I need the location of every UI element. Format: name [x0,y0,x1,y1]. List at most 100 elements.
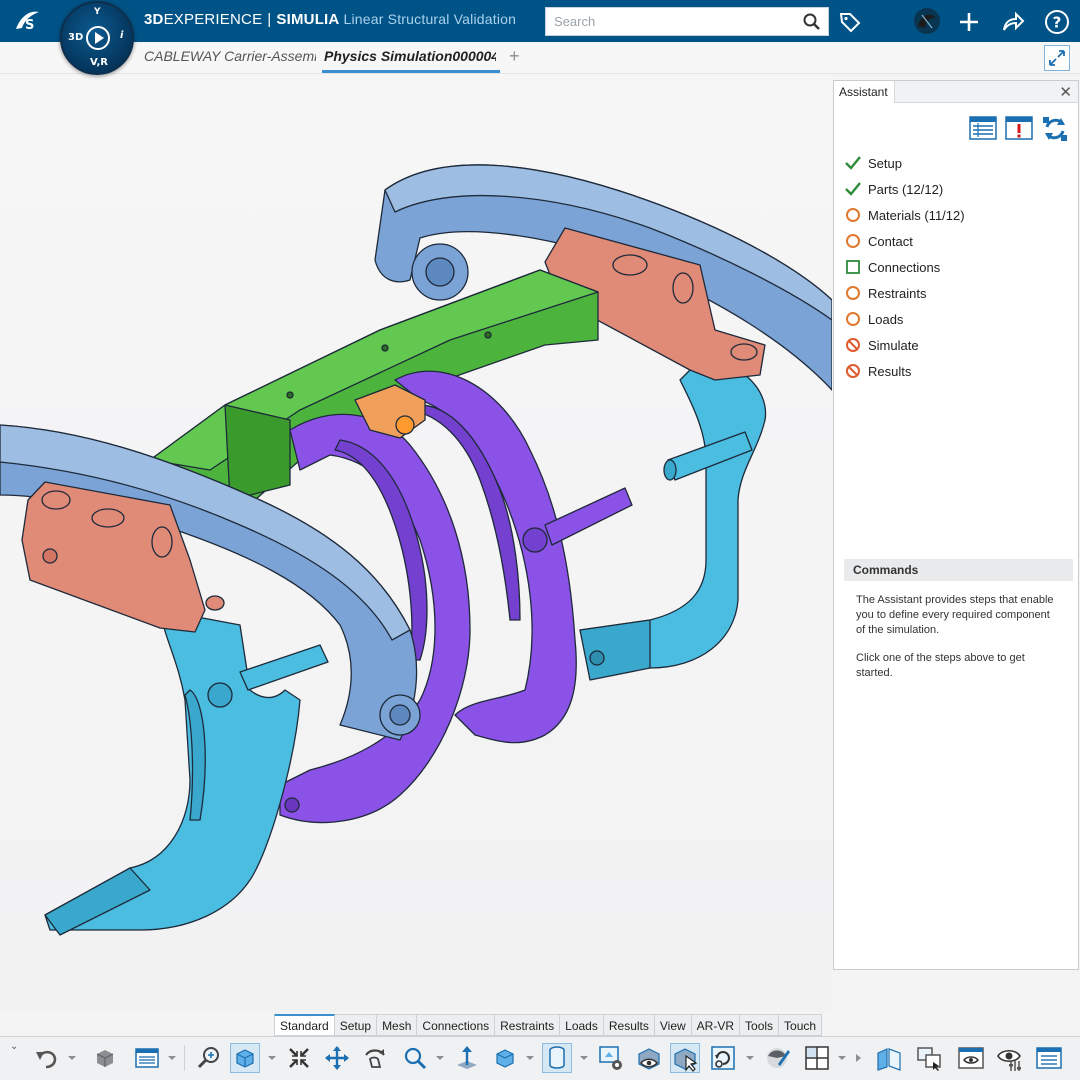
undo-icon[interactable] [32,1043,62,1073]
swap-visible-space-icon[interactable] [708,1043,738,1073]
refresh-icon[interactable] [1041,115,1069,141]
section-view-icon[interactable] [874,1043,904,1073]
title-separator: | [267,11,272,28]
dassault-logo-icon[interactable]: S [10,4,50,38]
assistant-steps: Setup Parts (12/12) Materials (11/12) Co… [844,150,965,384]
undo-dropdown-icon[interactable] [68,1056,76,1060]
assistant-panel: Assistant ✕ Setup Parts (12/12) Material… [833,80,1079,970]
active-tab-indicator [322,70,500,73]
commands-header: Commands [844,559,1073,581]
view-dropdown-icon[interactable] [268,1056,276,1060]
share-icon[interactable] [999,8,1027,36]
step-connections[interactable]: Connections [844,254,965,280]
brand-prefix: 3D [144,11,164,28]
cylinder-view-icon[interactable] [542,1043,572,1073]
compass-i-label: i [120,30,124,41]
cylinder-dropdown-icon[interactable] [580,1056,588,1060]
normal-view-icon[interactable] [452,1043,482,1073]
check-icon [844,154,862,172]
assistant-tab[interactable]: Assistant [834,81,895,103]
collapse-arrow-icon[interactable]: ⌄ [10,1041,18,1052]
step-restraints[interactable]: Restraints [844,280,965,306]
optional-square-icon [844,258,862,276]
step-label: Setup [868,155,902,171]
blocked-icon [844,336,862,354]
step-contact[interactable]: Contact [844,228,965,254]
3d-viewport[interactable] [0,74,832,1012]
shading-icon[interactable] [490,1043,520,1073]
tab-physics-simulation[interactable]: Physics Simulation000004 [324,48,496,64]
section-tools[interactable]: Tools [740,1014,780,1036]
section-view[interactable]: View [654,1014,692,1036]
brand-suffix: EXPERIENCE [163,11,263,28]
capture-icon[interactable] [914,1043,944,1073]
shading-dropdown-icon[interactable] [526,1056,534,1060]
alert-icon[interactable] [1005,115,1033,141]
more-arrow-icon[interactable] [856,1054,865,1062]
maximize-icon[interactable] [1044,45,1070,71]
appearance-icon[interactable] [762,1043,792,1073]
zoom-dropdown-icon[interactable] [436,1056,444,1060]
document-tab-row: CABLEWAY Carrier-Assembly Physics Simula… [0,42,1080,74]
step-label: Results [868,363,912,379]
zoom-area-icon[interactable] [194,1043,224,1073]
assembly-model-render[interactable] [0,74,832,1012]
search-box [545,7,829,36]
action-toolbar: ⌄ [0,1036,1080,1080]
section-results[interactable]: Results [603,1014,655,1036]
hide-show-icon[interactable] [634,1043,664,1073]
swap-dropdown-icon[interactable] [746,1056,754,1060]
section-setup[interactable]: Setup [334,1014,378,1036]
multi-view-dropdown-icon[interactable] [838,1056,846,1060]
tree-dropdown-icon[interactable] [168,1056,176,1060]
visibility-settings-icon[interactable] [994,1043,1024,1073]
step-simulate[interactable]: Simulate [844,332,965,358]
table-view-icon[interactable] [969,115,997,141]
step-parts[interactable]: Parts (12/12) [844,176,965,202]
step-materials[interactable]: Materials (11/12) [844,202,965,228]
view-cube-icon[interactable] [230,1043,260,1073]
step-setup[interactable]: Setup [844,150,965,176]
step-label: Restraints [868,285,927,301]
render-settings-icon[interactable] [596,1043,626,1073]
incomplete-circle-icon [844,232,862,250]
step-results[interactable]: Results [844,358,965,384]
part-icon[interactable] [90,1043,120,1073]
step-label: Contact [868,233,913,249]
close-icon[interactable]: ✕ [1059,83,1072,101]
multi-view-icon[interactable] [802,1043,832,1073]
section-connections[interactable]: Connections [417,1014,496,1036]
fit-all-icon[interactable] [284,1043,314,1073]
section-mesh[interactable]: Mesh [377,1014,418,1036]
compass-widget[interactable]: Y 3D i V,R [60,1,134,75]
tag-icon[interactable] [836,8,864,36]
step-label: Materials (11/12) [868,207,965,223]
step-loads[interactable]: Loads [844,306,965,332]
plus-icon[interactable] [955,8,983,36]
search-icon[interactable] [802,12,822,32]
help-icon[interactable]: ? [1043,8,1071,36]
step-label: Loads [868,311,904,327]
tab-cableway-assembly[interactable]: CABLEWAY Carrier-Assembly [144,48,316,64]
properties-icon[interactable] [1034,1043,1064,1073]
compass-top-glyph: Y [94,7,101,17]
rotate-icon[interactable] [360,1043,390,1073]
select-icon[interactable] [670,1043,700,1073]
step-label: Simulate [868,337,919,353]
search-input[interactable] [546,8,786,35]
specification-tree-icon[interactable] [132,1043,162,1073]
incomplete-circle-icon [844,284,862,302]
section-ar-vr[interactable]: AR-VR [691,1014,741,1036]
user-avatar[interactable] [910,4,944,38]
toolbar-separator [184,1045,185,1071]
section-touch[interactable]: Touch [779,1014,823,1036]
section-standard[interactable]: Standard [274,1014,335,1036]
section-restraints[interactable]: Restraints [495,1014,561,1036]
section-loads[interactable]: Loads [560,1014,604,1036]
zoom-icon[interactable] [400,1043,430,1073]
pan-icon[interactable] [322,1043,352,1073]
commands-description: The Assistant provides steps that enable… [856,593,1056,694]
add-tab-button[interactable]: + [509,46,520,67]
viewer-icon[interactable] [956,1043,986,1073]
svg-text:S: S [25,18,34,33]
